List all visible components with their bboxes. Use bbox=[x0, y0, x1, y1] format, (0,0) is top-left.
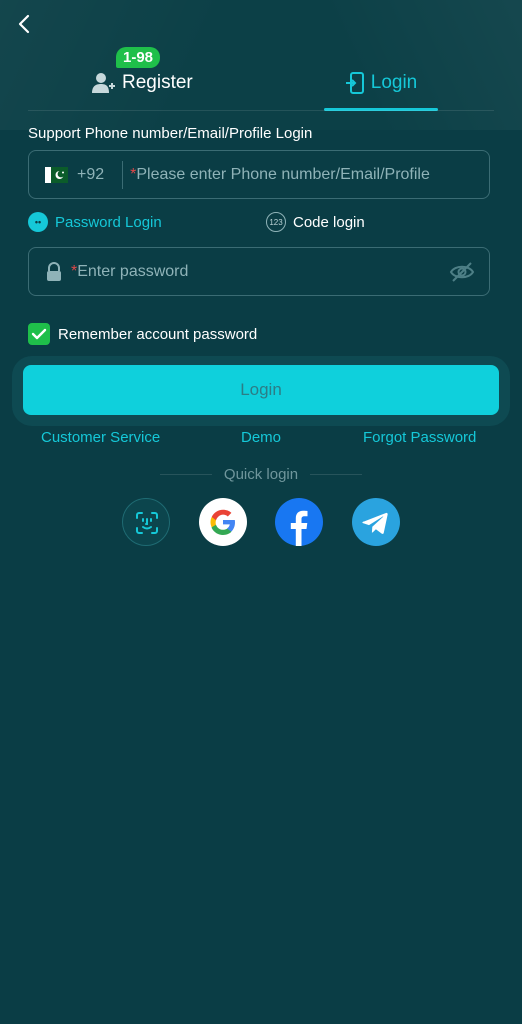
chevron-left-icon bbox=[18, 14, 30, 34]
support-label: Support Phone number/Email/Profile Login bbox=[28, 125, 313, 142]
face-id-icon bbox=[136, 512, 158, 534]
google-login-button[interactable] bbox=[199, 498, 247, 546]
phone-input[interactable]: Please enter Phone number/Email/Profile bbox=[136, 166, 430, 184]
tab-login-label: Login bbox=[370, 72, 418, 93]
auth-tabs: Register Login bbox=[0, 50, 522, 112]
code-123-icon: 123 bbox=[266, 212, 286, 232]
field-separator bbox=[122, 160, 124, 189]
tab-register[interactable]: Register bbox=[92, 68, 193, 98]
pakistan-flag-icon[interactable] bbox=[45, 166, 68, 183]
remember-checkbox[interactable] bbox=[28, 323, 50, 345]
remember-label: Remember account password bbox=[58, 325, 258, 343]
login-door-icon bbox=[345, 72, 364, 94]
dots-icon: •• bbox=[28, 212, 48, 232]
telegram-icon bbox=[362, 512, 388, 534]
eye-off-icon[interactable] bbox=[449, 261, 475, 283]
demo-link[interactable]: Demo bbox=[241, 429, 281, 446]
customer-service-link[interactable]: Customer Service bbox=[41, 429, 160, 446]
help-links: Customer Service Demo Forgot Password bbox=[0, 429, 522, 449]
code-login-option[interactable]: 123 Code login bbox=[266, 212, 365, 232]
tab-login[interactable]: Login bbox=[324, 68, 438, 98]
password-field[interactable]: * Enter password bbox=[28, 247, 490, 296]
country-code[interactable]: +92 bbox=[77, 166, 104, 184]
facebook-icon bbox=[290, 510, 308, 546]
telegram-login-button[interactable] bbox=[352, 498, 400, 546]
register-badge: 1-98 bbox=[116, 47, 161, 68]
password-input[interactable]: Enter password bbox=[77, 263, 188, 281]
remember-password[interactable]: Remember account password bbox=[28, 323, 257, 345]
login-button[interactable]: Login bbox=[23, 365, 499, 415]
facebook-login-button[interactable] bbox=[275, 498, 323, 546]
quick-login-label: Quick login bbox=[223, 465, 299, 483]
tab-divider bbox=[28, 110, 494, 111]
password-login-option[interactable]: •• Password Login bbox=[28, 212, 162, 232]
quick-login-divider: Quick login bbox=[160, 465, 363, 483]
phone-field[interactable]: +92 * Please enter Phone number/Email/Pr… bbox=[28, 150, 490, 199]
face-id-login-button[interactable] bbox=[122, 498, 170, 546]
forgot-password-link[interactable]: Forgot Password bbox=[363, 429, 476, 446]
checkmark-icon bbox=[31, 328, 47, 340]
code-login-label: Code login bbox=[293, 213, 365, 231]
back-button[interactable] bbox=[10, 10, 38, 38]
lock-icon bbox=[47, 261, 61, 281]
tab-register-label: Register bbox=[122, 72, 193, 93]
password-login-label: Password Login bbox=[55, 213, 162, 231]
login-mode-selector: •• Password Login 123 Code login bbox=[28, 210, 490, 236]
user-add-icon bbox=[92, 73, 115, 93]
google-icon bbox=[210, 509, 235, 535]
